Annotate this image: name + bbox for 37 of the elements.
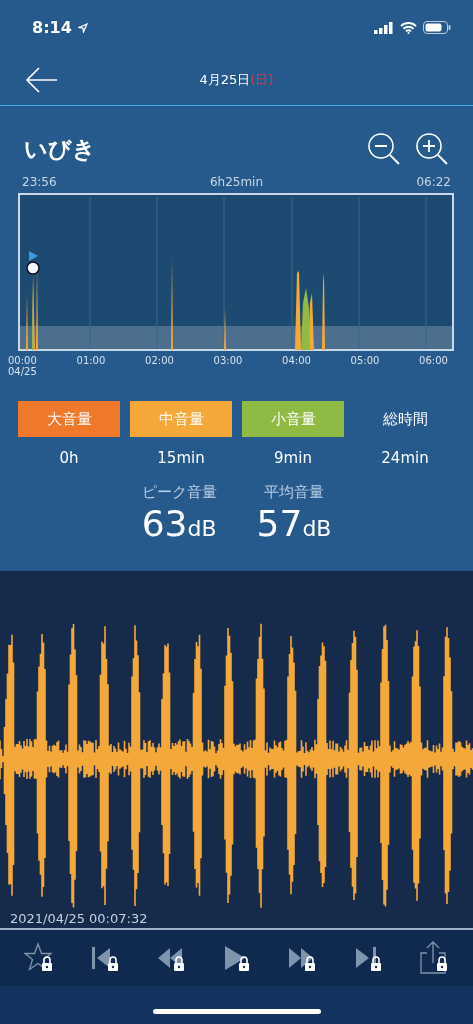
total-time-label: 総時間: [381, 408, 429, 430]
duration-value: 24min: [381, 449, 429, 467]
axis-label: 00:00: [8, 355, 37, 366]
wifi-icon: [400, 21, 417, 34]
axis-label: 03:00: [213, 355, 243, 366]
date-title: 4月25日: [199, 72, 251, 87]
weekday-label: (日): [250, 72, 274, 87]
duration-value: 9min: [274, 449, 312, 467]
stat-label: ピーク音量: [141, 483, 217, 502]
location-icon: [77, 22, 88, 33]
battery-icon: [423, 21, 451, 34]
duration-label: 6h25min: [209, 175, 264, 189]
stat-label: 平均音量: [264, 483, 324, 502]
toolbar-button[interactable]: [419, 941, 449, 975]
back-arrow-icon[interactable]: [26, 67, 58, 93]
duration-value: 15min: [157, 449, 205, 467]
volume-category-label: 小音量: [242, 401, 344, 437]
zoom-in-icon[interactable]: [415, 132, 449, 166]
axis-label: 06:00: [419, 355, 448, 366]
zoom-out-icon[interactable]: [367, 132, 401, 166]
share-icon: [419, 941, 449, 975]
stat-value: 57dB: [256, 502, 332, 546]
status-time: 8:14: [32, 18, 72, 37]
start-time: 23:56: [22, 175, 57, 189]
signal-icon: [374, 21, 394, 34]
end-time: 06:22: [416, 175, 451, 189]
axis-label: 04:00: [282, 355, 311, 366]
axis-label: 02:00: [145, 355, 174, 366]
axis-label: 05:00: [350, 355, 380, 366]
volume-category-label: 中音量: [130, 401, 232, 437]
recording-timestamp: 2021/04/25 00:07:32: [10, 911, 148, 926]
axis-label: 01:00: [76, 355, 106, 366]
axis-date: 04/25: [8, 366, 37, 377]
section-title: いびき: [24, 134, 96, 164]
volume-category-label: 大音量: [18, 401, 120, 437]
duration-value: 0h: [59, 449, 79, 467]
stat-value: 63dB: [141, 502, 217, 546]
